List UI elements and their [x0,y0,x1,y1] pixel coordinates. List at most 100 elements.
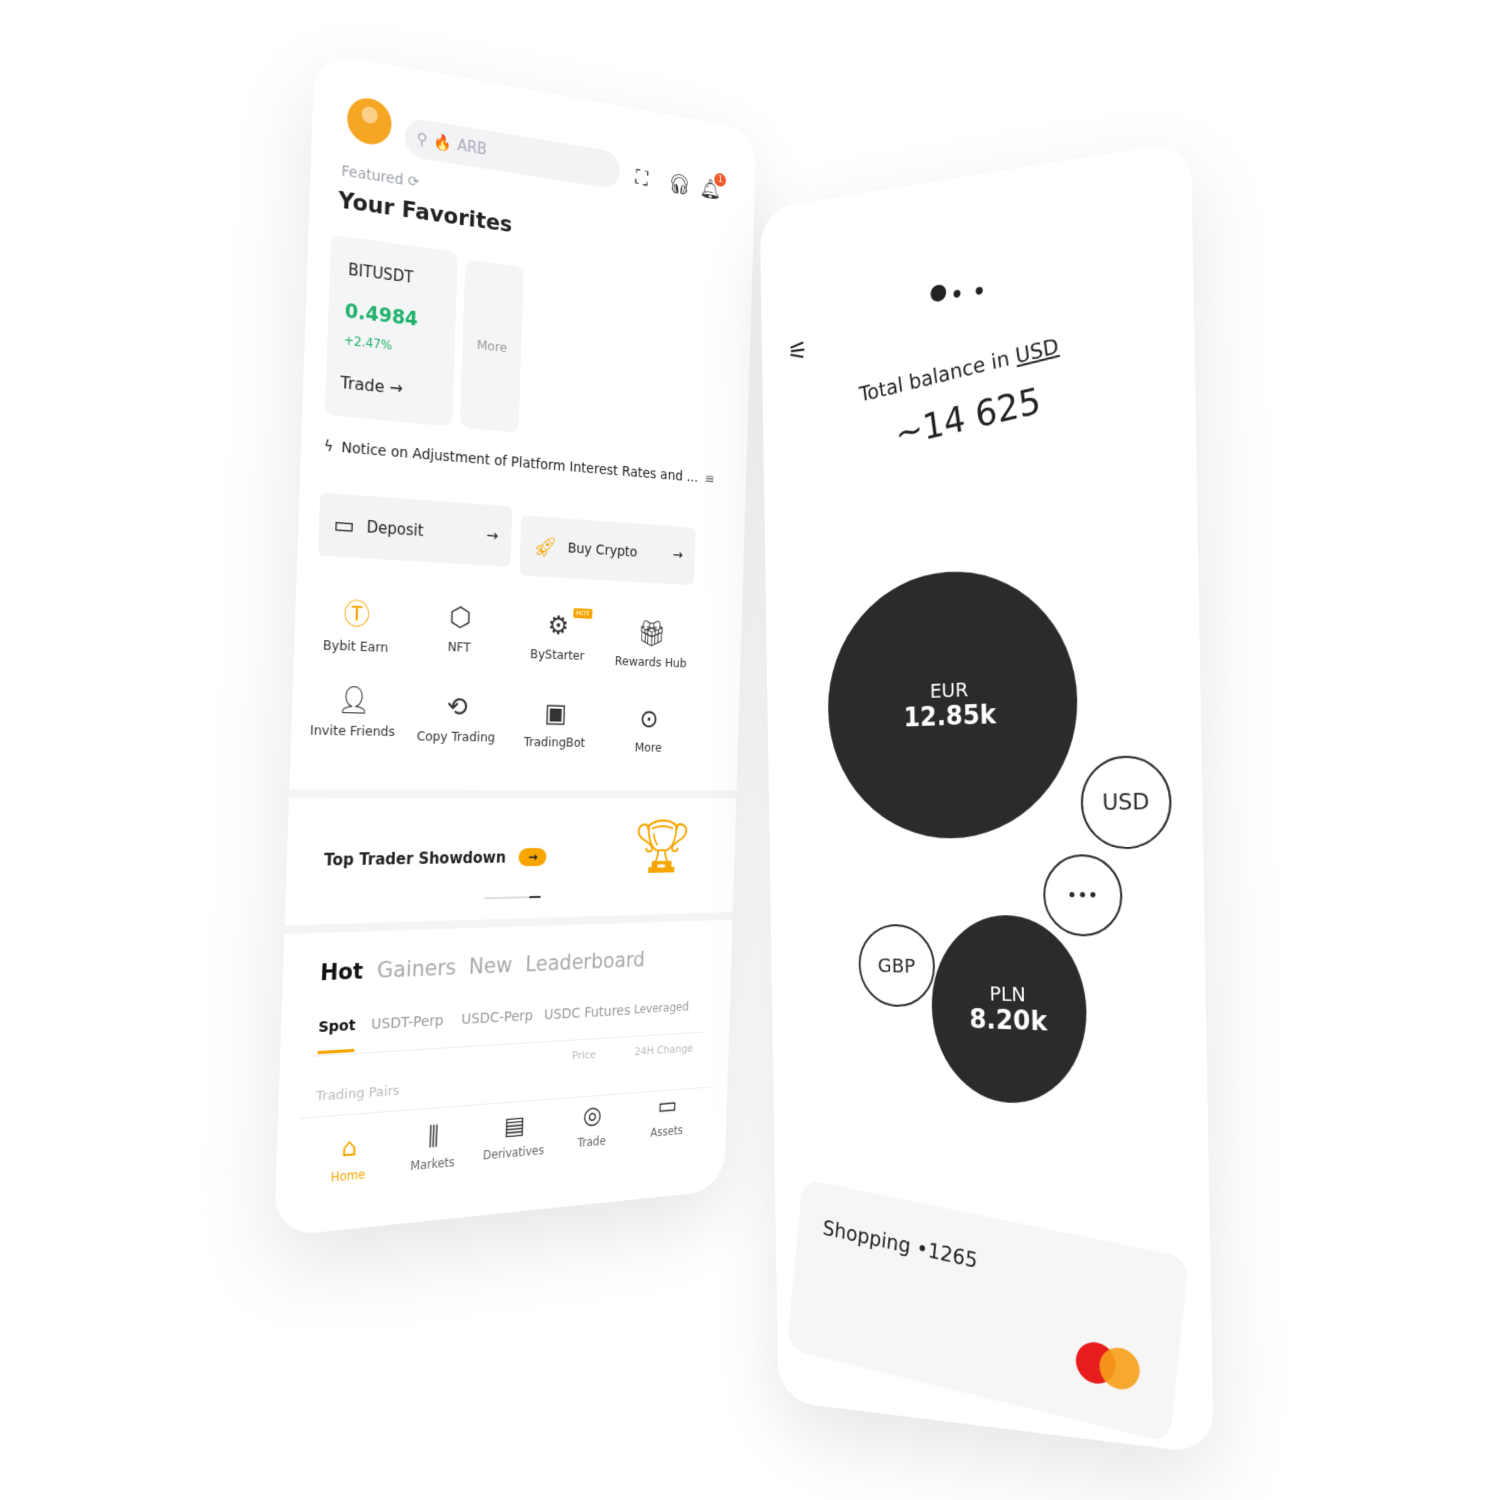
tab-leaderboard[interactable]: Leaderboard [525,948,645,977]
arrow-right-icon: → [485,525,499,545]
grid-label: NFT [447,638,472,655]
earn-icon: Ⓣ [343,599,371,632]
home-icon: ⌂ [340,1132,358,1163]
nav-label: Home [330,1166,366,1185]
pair-name: BITUSDT [347,260,414,288]
grid-item-bybit-earn[interactable]: Ⓣ Bybit Earn [304,591,407,656]
deposit-label: Deposit [366,517,424,541]
pair-change: +2.47% [343,332,393,353]
exchange-phone-screen: ⚲ 🔥 ARB ⛶ 🎧︎ 🔔︎ 1 Featured ⟳ Your Favorit… [273,51,757,1237]
subtab-usdc-futures[interactable]: USDC Futures [544,1003,631,1024]
page-indicator-dots: ●● ● [929,278,990,306]
nav-label: Derivatives [482,1143,545,1163]
pair-price: 0.4984 [344,299,419,331]
column-trading-pairs: Trading Pairs [315,1083,400,1105]
notification-badge: 1 [714,172,727,188]
grid-item-nft[interactable]: ⬡ NFT [410,600,508,656]
bubble-code: EUR [929,677,969,703]
grid-label: Bybit Earn [322,636,389,656]
divider [288,789,737,799]
bubble-code: PLN [989,981,1026,1007]
carousel-indicator [484,895,541,900]
subtab-usdt-perp[interactable]: USDT-Perp [371,1013,444,1034]
derivatives-icon: ▤ [503,1110,526,1141]
notice-text: Notice on Adjustment of Platform Interes… [341,439,699,486]
trophy-illustration-icon: 🏆︎ [631,815,693,878]
column-price: Price [571,1048,597,1063]
trade-link[interactable]: Trade → [340,372,403,398]
bubble-more[interactable]: ••• [1042,854,1123,937]
grid-item-rewards-hub[interactable]: 🎁︎ Rewards Hub [607,618,696,671]
bubble-eur[interactable]: EUR 12.85k [826,562,1080,840]
grid-label: More [634,739,663,755]
search-icon: ⚲ [416,129,428,150]
filter-icon[interactable]: ⚟ [787,336,808,367]
lightning-icon: ϟ [323,438,334,456]
bubble-amount: 12.85k [903,700,997,734]
search-input[interactable]: ⚲ 🔥 ARB [404,116,621,190]
refresh-icon[interactable]: ⟳ [407,173,419,191]
card-shopping[interactable]: Shopping •1265 [786,1178,1189,1444]
scan-icon[interactable]: ⛶ [635,165,648,190]
buy-crypto-button[interactable]: 🚀︎ Buy Crypto → [519,515,696,586]
nav-label: Assets [650,1123,683,1140]
rewards-icon: 🎁︎ [637,619,667,650]
banner-title: Top Trader Showdown [323,848,507,870]
top-trader-banner[interactable]: Top Trader Showdown → 🏆︎ [285,798,737,926]
fire-icon: 🔥 [433,131,452,154]
card-name: Shopping [821,1216,912,1259]
banner-arrow-button[interactable]: → [518,847,548,867]
grid-label: Rewards Hub [614,653,687,671]
grid-item-tradingbot[interactable]: ▣ TradingBot [508,698,601,750]
tab-new[interactable]: New [468,953,512,979]
grid-item-bystarter[interactable]: ⚙ ByStarter HOT [511,608,604,663]
arrow-right-icon: → [672,547,684,564]
mastercard-logo-icon [1097,1343,1142,1394]
notice-bar[interactable]: ϟ Notice on Adjustment of Platform Inter… [323,438,716,487]
tab-hot[interactable]: Hot [320,959,364,986]
wallet-icon: ▭ [657,1090,678,1120]
card-number: •1265 [915,1236,979,1273]
nft-icon: ⬡ [448,602,472,634]
bell-icon[interactable]: 🔔︎ 1 [699,172,727,202]
column-24h-change: 24H Change [634,1041,694,1059]
favorite-card[interactable]: BITUSDT 0.4984 +2.47% Trade → [324,234,458,427]
search-placeholder: ARB [456,135,488,159]
deposit-button[interactable]: ▭ Deposit → [318,492,513,567]
more-icon: ⊙ [639,704,660,735]
grid-item-invite-friends[interactable]: 👤︎ Invite Friends [301,684,404,739]
tab-gainers[interactable]: Gainers [377,955,457,983]
bot-icon: ▣ [543,698,568,729]
bubble-gbp[interactable]: GBP [858,923,936,1008]
bubble-usd[interactable]: USD [1080,754,1173,850]
trade-icon: ◎ [582,1100,603,1130]
featured-text: Featured [341,162,404,189]
featured-label[interactable]: Featured ⟳ [341,163,419,191]
candlestick-icon: ⫼ [427,1121,440,1152]
subtab-usdc-perp[interactable]: USDC-Perp [461,1008,533,1028]
currency-selector[interactable]: USD [1014,334,1060,368]
list-icon[interactable]: ≡ [705,471,715,487]
grid-label: TradingBot [523,733,586,750]
subtab-spot[interactable]: Spot [318,1017,356,1036]
grid-label: Copy Trading [416,728,496,745]
nav-home[interactable]: ⌂ Home [307,1130,390,1187]
nav-label: Trade [577,1133,607,1151]
rocket-icon: 🚀︎ [532,534,558,560]
nav-derivatives[interactable]: ▤ Derivatives [476,1109,552,1164]
wallet-phone-screen: ●● ● ⚟ Total balance in USD ~14 625 EUR … [759,140,1214,1455]
nav-trade[interactable]: ◎ Trade [555,1099,628,1152]
headset-icon[interactable]: 🎧︎ [668,171,691,198]
more-card[interactable]: More [459,259,524,433]
nav-assets[interactable]: ▭ Assets [632,1089,703,1141]
avatar[interactable] [346,94,393,148]
grid-label: ByStarter [529,646,585,663]
invite-icon: 👤︎ [336,684,372,717]
favorites-title: Your Favorites [337,187,513,239]
bubble-pln[interactable]: PLN 8.20k [930,914,1088,1107]
nav-markets[interactable]: ⫼ Markets [393,1119,472,1175]
grid-item-more[interactable]: ⊙ More [604,704,693,755]
bubble-amount: 8.20k [969,1004,1048,1038]
subtab-leveraged[interactable]: Leveraged [634,1000,689,1017]
grid-item-copy-trading[interactable]: ⟲ Copy Trading [407,691,505,745]
